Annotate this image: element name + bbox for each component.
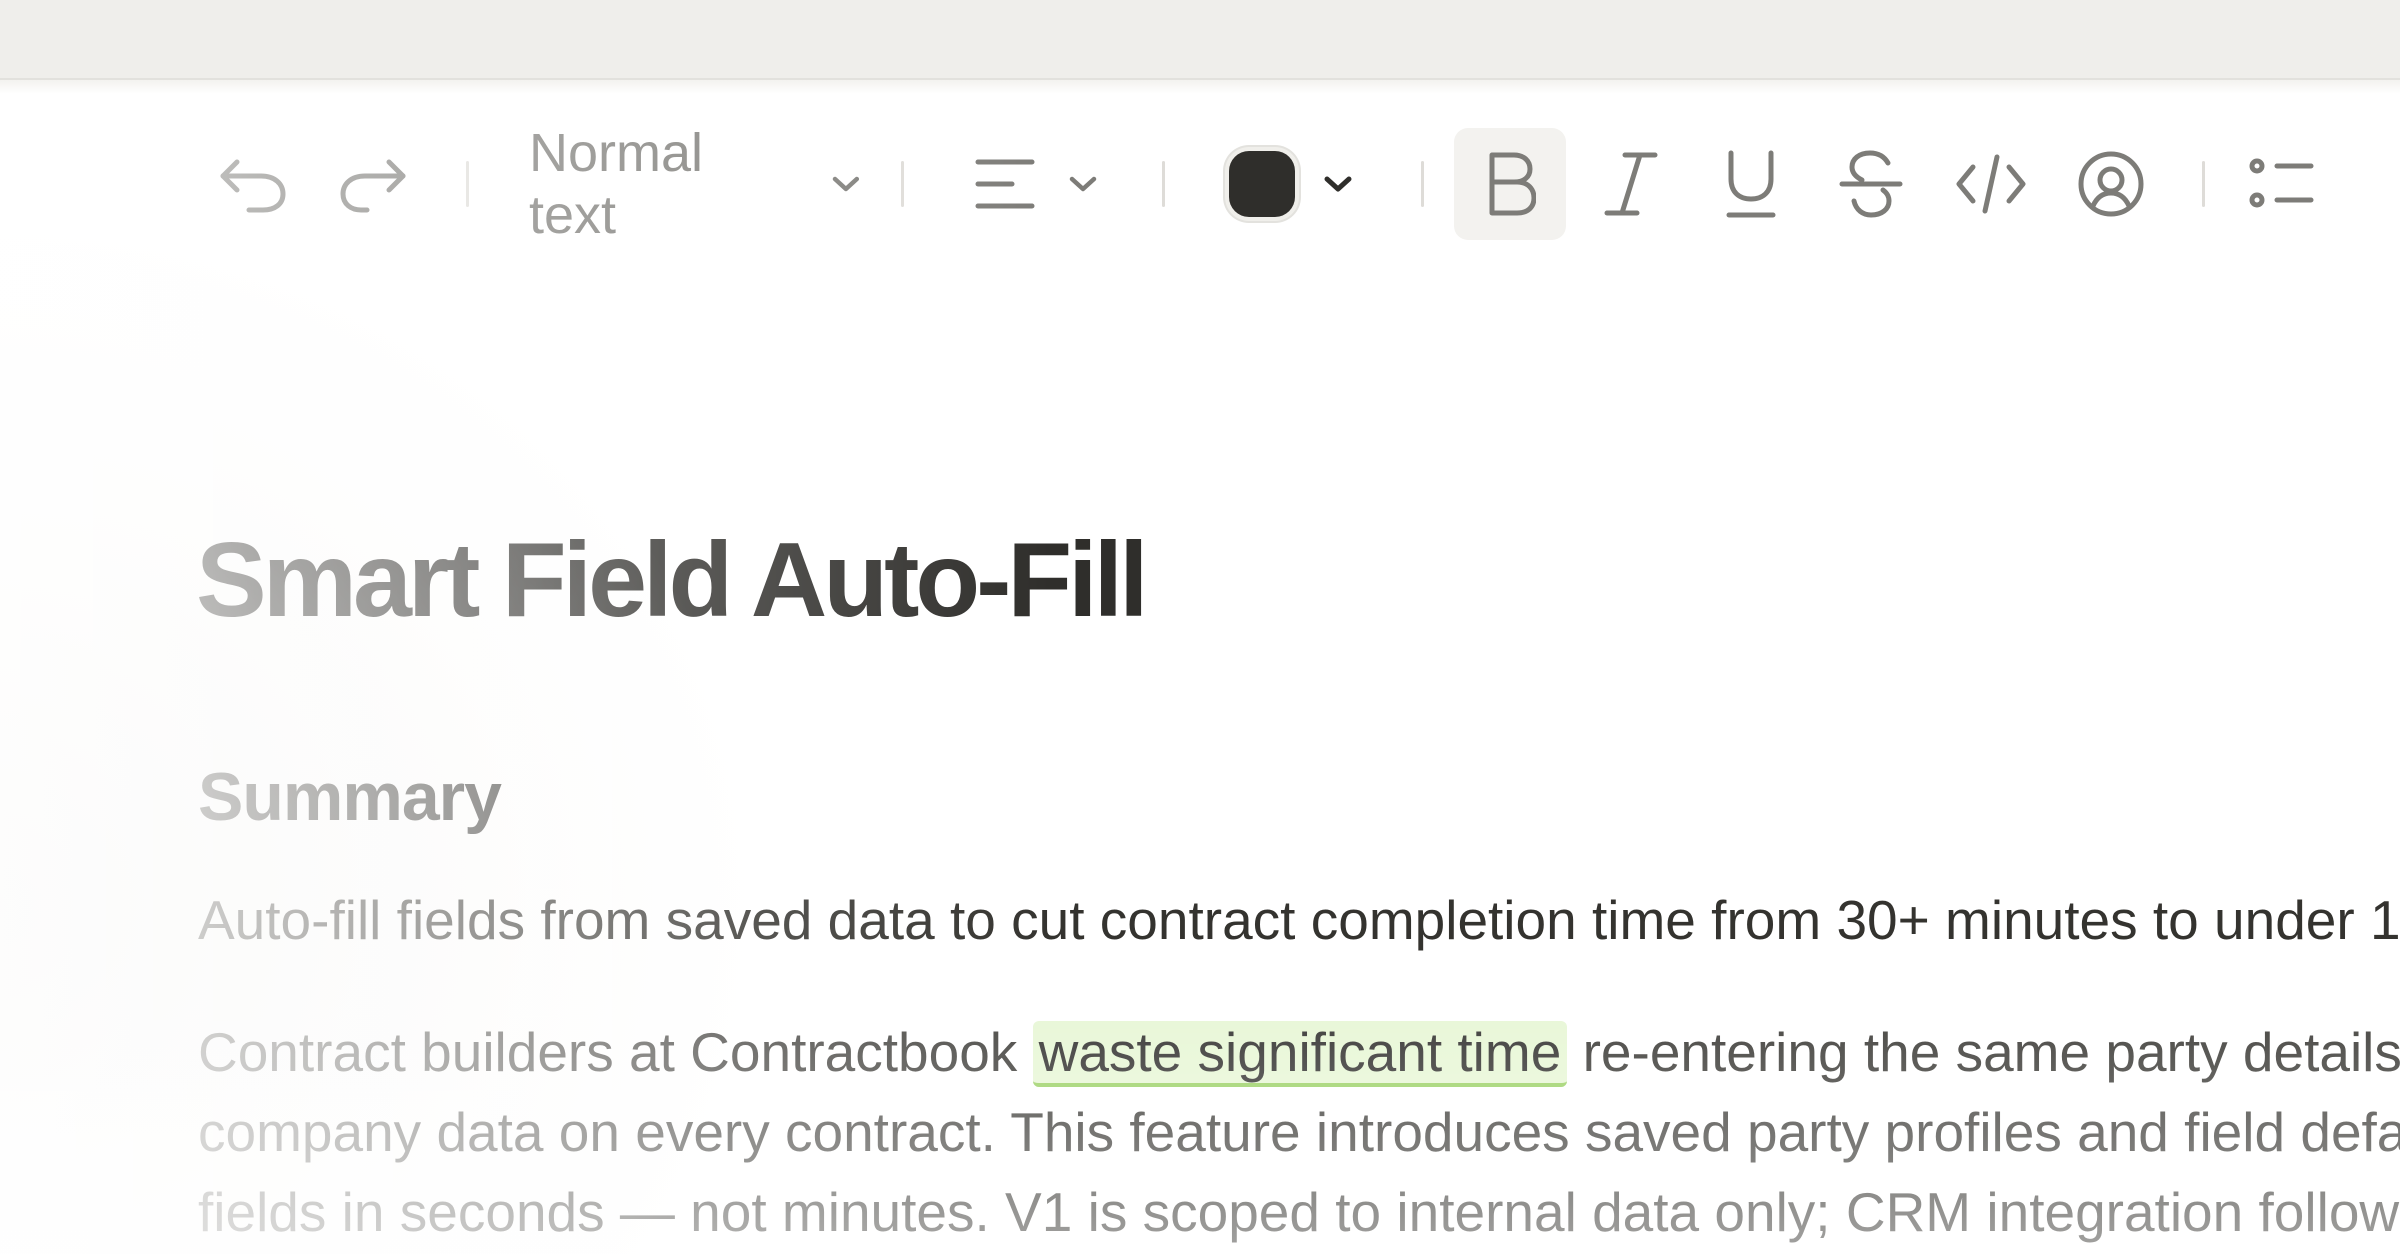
strikethrough-button[interactable] [1816,128,1926,240]
redo-button[interactable] [308,128,438,240]
bold-icon [1489,152,1536,216]
body-text: re-entering the same party details [1567,1021,2400,1083]
bullet-list-icon [2249,158,2314,208]
at-sign-icon [2078,151,2144,217]
body-text: Contract builders at Contractbook [198,1021,1033,1083]
top-bar-shadow [0,80,2400,94]
undo-button[interactable] [198,128,308,240]
code-icon [1956,154,2026,214]
chevron-down-icon [832,176,860,192]
toolbar-divider [901,161,904,207]
mention-button[interactable] [2056,128,2166,240]
chevron-down-icon [1069,176,1097,192]
formatting-toolbar: Normal text [198,123,2315,245]
align-left-icon [975,159,1035,209]
bullet-list-button[interactable] [2249,128,2315,240]
window-top-bar [0,0,2400,80]
document-title[interactable]: Smart Field Auto-Fill [196,520,1149,641]
undo-icon [220,159,286,213]
summary-paragraph[interactable]: Auto-fill fields from saved data to cut … [198,888,2400,952]
text-style-label: Normal text [529,123,704,245]
toolbar-divider [466,161,469,207]
toolbar-divider [1421,161,1424,207]
toolbar-divider [2202,161,2205,207]
code-button[interactable] [1936,128,2046,240]
text-color-dropdown[interactable] [1229,128,1365,240]
underline-button[interactable] [1696,128,1806,240]
chevron-down-icon [1324,176,1352,192]
strikethrough-icon [1839,150,1903,218]
text-style-dropdown[interactable]: Normal text [529,123,861,245]
body-text: fields in seconds — not minutes. V1 is s… [198,1181,2400,1243]
italic-button[interactable] [1576,128,1686,240]
body-text: company data on every contract. This fea… [198,1101,2400,1163]
underline-icon [1726,150,1776,218]
toolbar-divider [1162,161,1165,207]
summary-heading[interactable]: Summary [198,758,502,836]
redo-icon [340,159,406,213]
bold-button[interactable] [1454,128,1566,240]
text-color-swatch [1229,151,1295,217]
body-paragraph[interactable]: Contract builders at Contractbook waste … [198,1012,2400,1252]
italic-icon [1604,152,1658,216]
alignment-dropdown[interactable] [974,128,1106,240]
highlighted-text[interactable]: waste significant time [1032,1021,1568,1087]
